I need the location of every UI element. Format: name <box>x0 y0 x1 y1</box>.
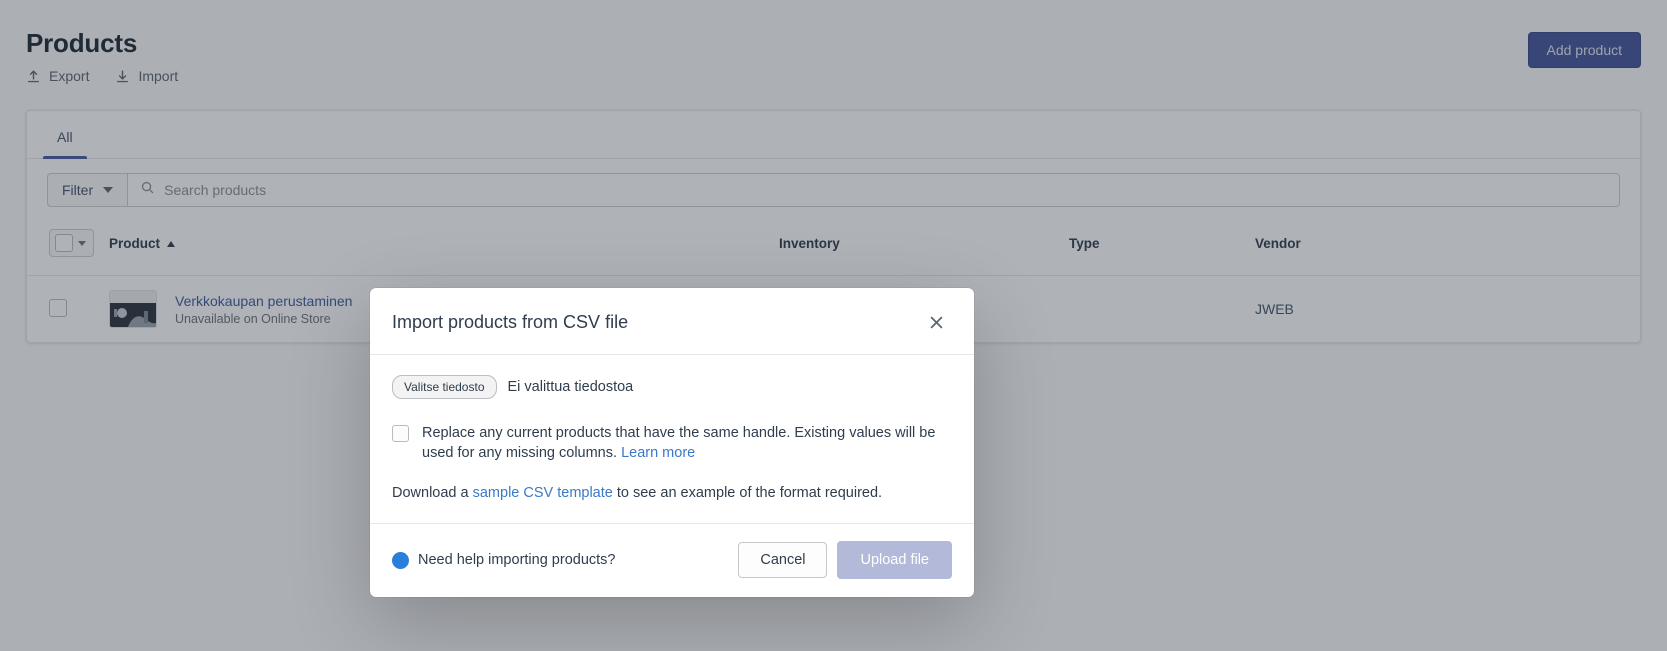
modal-title: Import products from CSV file <box>392 311 629 332</box>
replace-products-checkbox[interactable] <box>392 425 409 443</box>
close-icon[interactable] <box>922 308 950 336</box>
choose-file-button[interactable]: Valitse tiedosto <box>392 375 497 400</box>
import-csv-modal: Import products from CSV file Valitse ti… <box>370 288 974 598</box>
help-link[interactable]: Need help importing products? <box>392 551 616 569</box>
modal-body: Valitse tiedosto Ei valittua tiedostoa R… <box>370 355 974 525</box>
upload-file-button[interactable]: Upload file <box>837 541 952 580</box>
footer-buttons: Cancel Upload file <box>738 541 952 580</box>
help-link-label: Need help importing products? <box>418 552 616 569</box>
selected-file-name: Ei valittua tiedostoa <box>507 379 634 396</box>
sample-csv-template-link[interactable]: sample CSV template <box>473 485 613 501</box>
help-circle-icon <box>392 551 409 569</box>
download-prefix-text: Download a <box>392 485 473 502</box>
download-template-line: Download a sample CSV template to see an… <box>392 485 952 501</box>
replace-products-row: Replace any current products that have t… <box>392 423 952 463</box>
file-input-row: Valitse tiedosto Ei valittua tiedostoa <box>392 375 952 400</box>
learn-more-link[interactable]: Learn more <box>621 445 695 461</box>
modal-footer: Need help importing products? Cancel Upl… <box>370 524 974 597</box>
modal-header: Import products from CSV file <box>370 288 974 355</box>
replace-products-label: Replace any current products that have t… <box>422 423 952 463</box>
cancel-button[interactable]: Cancel <box>738 542 828 579</box>
download-suffix-text: to see an example of the format required… <box>612 485 883 502</box>
